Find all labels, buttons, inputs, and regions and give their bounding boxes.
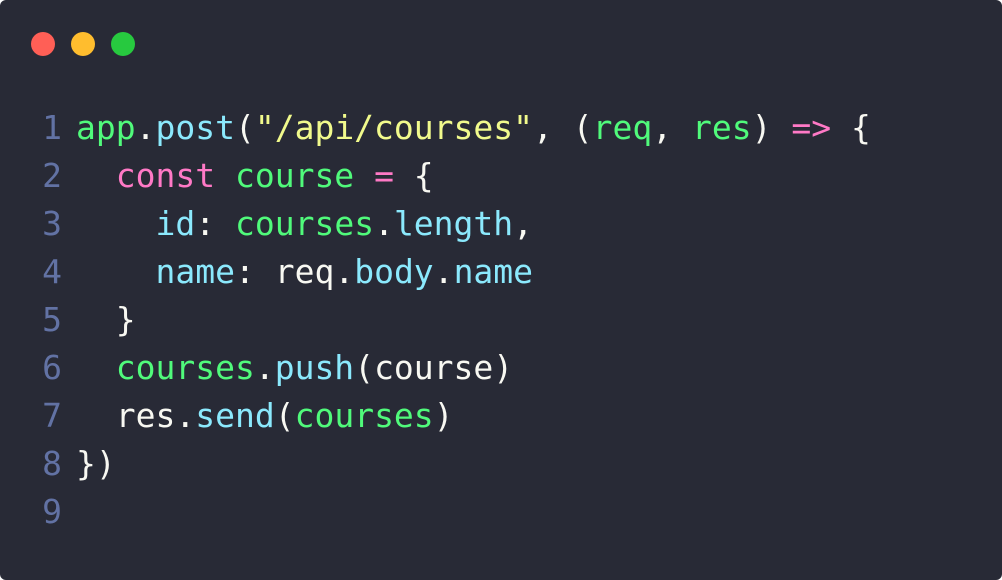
line-number: 6: [42, 348, 62, 387]
code-token: :: [195, 204, 235, 243]
code-token: =: [374, 156, 394, 195]
code-token: }): [76, 444, 116, 483]
code-token: }: [76, 300, 136, 339]
code-token: courses: [115, 348, 255, 387]
code-line: 4 name: req.body.name: [0, 248, 1002, 296]
code-token: .: [374, 204, 394, 243]
line-number: 1: [42, 108, 62, 147]
close-dot-icon[interactable]: [31, 32, 55, 56]
line-number: 2: [42, 156, 62, 195]
code-token: (: [234, 108, 255, 147]
minimize-dot-icon[interactable]: [71, 32, 95, 56]
code-token: :: [234, 252, 275, 291]
code-token: course: [374, 348, 494, 387]
line-number: 5: [42, 300, 62, 339]
window-titlebar: [0, 0, 1002, 88]
code-token: "/api/courses": [254, 108, 533, 147]
code-line: 3 id: courses.length,: [0, 200, 1002, 248]
code-token: , (: [533, 108, 593, 147]
code-line: 9: [0, 488, 1002, 536]
code-token: res: [691, 108, 752, 147]
line-number: 7: [42, 396, 62, 435]
line-number: 8: [42, 444, 62, 483]
code-token: req: [592, 108, 653, 147]
code-token: ): [493, 348, 514, 387]
code-token: {: [831, 108, 871, 147]
code-token: send: [195, 396, 275, 435]
code-token: ,: [652, 108, 692, 147]
code-token: courses: [294, 396, 434, 435]
line-number: 9: [42, 492, 62, 531]
code-token: id: [155, 204, 196, 243]
code-line: 7 res.send(courses): [0, 392, 1002, 440]
code-token: req: [274, 252, 335, 291]
code-token: const: [115, 156, 216, 195]
code-token: ): [433, 396, 454, 435]
code-token: courses: [234, 204, 375, 243]
code-token: .: [334, 252, 355, 291]
code-token: .: [175, 396, 196, 435]
code-token: .: [433, 252, 454, 291]
code-token: post: [155, 108, 235, 147]
code-token: {: [393, 156, 434, 195]
code-token: ): [751, 108, 792, 147]
code-token: app: [76, 108, 136, 147]
code-token: ,: [513, 204, 534, 243]
code-token: course: [234, 156, 355, 195]
code-token: name: [155, 252, 235, 291]
code-token: (: [354, 348, 375, 387]
code-token: .: [135, 108, 156, 147]
code-token: length: [393, 204, 514, 243]
code-token: res: [115, 396, 176, 435]
code-block: 1 app.post("/api/courses", (req, res) => …: [0, 104, 1002, 536]
code-token: =>: [791, 108, 832, 147]
line-number: 3: [42, 204, 62, 243]
line-number: 4: [42, 252, 62, 291]
code-line: 6 courses.push(course): [0, 344, 1002, 392]
code-line: 5 }: [0, 296, 1002, 344]
code-window: 1 app.post("/api/courses", (req, res) => …: [0, 0, 1002, 580]
code-token: body: [354, 252, 434, 291]
code-line: 1 app.post("/api/courses", (req, res) => …: [0, 104, 1002, 152]
code-token: push: [274, 348, 355, 387]
code-token: name: [453, 252, 534, 291]
code-line: 8}): [0, 440, 1002, 488]
code-line: 2 const course = {: [0, 152, 1002, 200]
code-token: .: [254, 348, 275, 387]
code-token: (: [274, 396, 295, 435]
maximize-dot-icon[interactable]: [111, 32, 135, 56]
